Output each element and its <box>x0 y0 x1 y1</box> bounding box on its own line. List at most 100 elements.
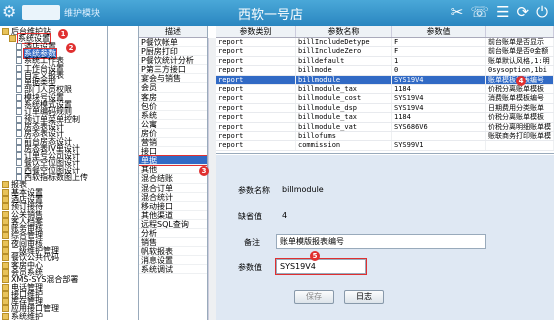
cell-name: billmodule_cost <box>296 94 392 103</box>
category-item[interactable]: 移动接口 <box>139 202 207 211</box>
table-row[interactable]: report billdefault 1 账单默认风格,1:明 <box>216 56 554 67</box>
annotation-badge-4: 4 <box>516 76 526 86</box>
category-item[interactable]: 远程SQL查询 <box>139 220 207 229</box>
folder-icon <box>2 290 9 298</box>
tools-icon[interactable]: ✂ <box>451 3 464 21</box>
cell-value: SYS19V4 <box>392 94 486 103</box>
category-item[interactable]: 分析 <box>139 229 207 239</box>
app-logo-icon: ⚙ <box>2 2 17 21</box>
category-item[interactable]: 营销 <box>139 138 207 148</box>
refresh-icon[interactable]: ⟳ <box>517 3 530 21</box>
cell-category: report <box>216 113 296 122</box>
document-icon <box>16 49 22 57</box>
table-row[interactable]: report billofums 账联商务打印账单模 <box>216 131 554 142</box>
power-icon[interactable]: ⏻ <box>536 3 548 21</box>
category-item[interactable]: 混合订单 <box>139 184 207 193</box>
table-row[interactable]: report billmodule_tax 1184 价税分离账单模板 <box>216 84 554 95</box>
cell-value: SYS19V4 <box>392 103 486 113</box>
category-item[interactable]: 公寓 <box>139 120 207 129</box>
cell-value: F <box>392 47 486 56</box>
document-icon <box>16 57 22 65</box>
category-item[interactable]: 消息设置 <box>139 256 207 266</box>
category-item[interactable]: 其他渠道 <box>139 211 207 220</box>
save-button[interactable]: 保存 <box>294 290 334 304</box>
cell-category: report <box>216 122 296 131</box>
module-search-box[interactable] <box>22 5 60 20</box>
log-button[interactable]: 日志 <box>344 290 384 304</box>
category-item[interactable]: 系统调试 <box>139 265 207 275</box>
table-row[interactable]: report billIncludeZero F 前台账单是否0金额 <box>216 47 554 57</box>
folder-icon <box>2 312 9 320</box>
cell-value: F <box>392 38 486 47</box>
folder-icon <box>2 210 9 218</box>
cell-description: 账联商务打印账单模 <box>486 131 554 141</box>
folder-icon <box>2 268 9 276</box>
phone-icon[interactable]: ☏ <box>470 3 489 21</box>
table-row[interactable]: reportbillmoduleSYS19V4账单模板报表编号 <box>216 75 554 85</box>
category-item[interactable]: P餐饮帐单 <box>139 38 207 48</box>
category-item[interactable]: 单据 <box>139 155 207 167</box>
cell-category: report <box>216 56 296 66</box>
category-scrollbar[interactable] <box>208 38 216 320</box>
param-value-field[interactable]: SYS19V4 <box>275 258 367 275</box>
table-row[interactable]: report billmode 0 0sysoption,1bi <box>216 66 554 76</box>
cell-name: billIncludeZero <box>296 47 392 56</box>
folder-icon <box>2 232 9 240</box>
cell-category: report <box>216 84 296 94</box>
cell-value: 1184 <box>392 84 486 94</box>
category-item[interactable]: P第三方接口 <box>139 65 207 75</box>
document-icon <box>16 144 22 152</box>
cell-value: 1184 <box>392 113 486 122</box>
cell-name: billmode <box>296 66 392 75</box>
category-item[interactable]: 混合结账 <box>139 174 207 184</box>
table-row[interactable]: report billmodule_tax 1184 价税分离账单模板 <box>216 113 554 123</box>
category-item[interactable]: 销售 <box>139 238 207 248</box>
table-row[interactable]: report billmodule_vat SYS686V6 价税分离明细账单模 <box>216 122 554 132</box>
cell-name: billmodule_tax <box>296 113 392 122</box>
cell-category: report <box>216 47 296 56</box>
menu-icon[interactable]: ☰ <box>496 3 509 21</box>
cell-category: report <box>216 131 296 141</box>
document-icon <box>16 159 22 167</box>
category-item[interactable]: 接口 <box>139 147 207 157</box>
document-icon <box>16 152 22 160</box>
grid-header-row: 参数类别 参数名称 参数值 <box>216 26 554 38</box>
col-header-value[interactable]: 参数值 <box>392 26 486 37</box>
folder-icon <box>2 225 9 233</box>
folder-icon <box>2 188 9 196</box>
cell-value <box>392 131 486 141</box>
tree-item[interactable]: 系统维护 <box>2 312 43 320</box>
document-icon <box>16 64 22 72</box>
folder-icon <box>2 254 9 262</box>
category-item[interactable]: 帆软报表 <box>139 247 207 257</box>
cell-description <box>486 141 554 150</box>
category-item[interactable]: P餐饮统计分析 <box>139 56 207 66</box>
category-item[interactable]: 会员 <box>139 83 207 93</box>
folder-icon <box>2 217 9 225</box>
col-header-desc[interactable] <box>486 26 554 37</box>
table-row[interactable]: report billmodule_dsp SYS19V4 日期费用分类账单 <box>216 103 554 114</box>
maint-module-label: 维护模块 <box>64 9 101 19</box>
cell-value: SYS686V6 <box>392 122 486 131</box>
document-icon <box>16 122 22 130</box>
table-row[interactable]: report billIncludeDetype F 前台账单是否显示 <box>216 38 554 48</box>
category-item[interactable]: 客房 <box>139 93 207 102</box>
table-row[interactable]: report commission SYS99V1 <box>216 141 554 151</box>
category-item[interactable]: 房价 <box>139 129 207 139</box>
note-field[interactable]: 账单模版报表编号 <box>276 234 486 249</box>
cell-category: report <box>216 103 296 113</box>
category-item[interactable]: 系统 <box>139 111 207 120</box>
col-header-category[interactable]: 参数类别 <box>216 26 296 37</box>
category-item[interactable]: 包价 <box>139 102 207 111</box>
folder-icon <box>2 298 9 306</box>
annotation-badge-3: 3 <box>199 166 209 176</box>
table-row[interactable]: report billmodule_cost SYS19V4 消费账单模板编号 <box>216 94 554 104</box>
cell-description: 消费账单模板编号 <box>486 94 554 103</box>
category-item[interactable]: P厨房打印 <box>139 47 207 57</box>
category-item[interactable]: 混合统计 <box>139 193 207 202</box>
cell-name: billmodule_dsp <box>296 103 392 113</box>
cell-value: SYS99V1 <box>392 141 486 150</box>
param-value-label: 参数值 <box>238 263 262 272</box>
document-icon <box>16 130 22 138</box>
col-header-name[interactable]: 参数名称 <box>296 26 392 37</box>
